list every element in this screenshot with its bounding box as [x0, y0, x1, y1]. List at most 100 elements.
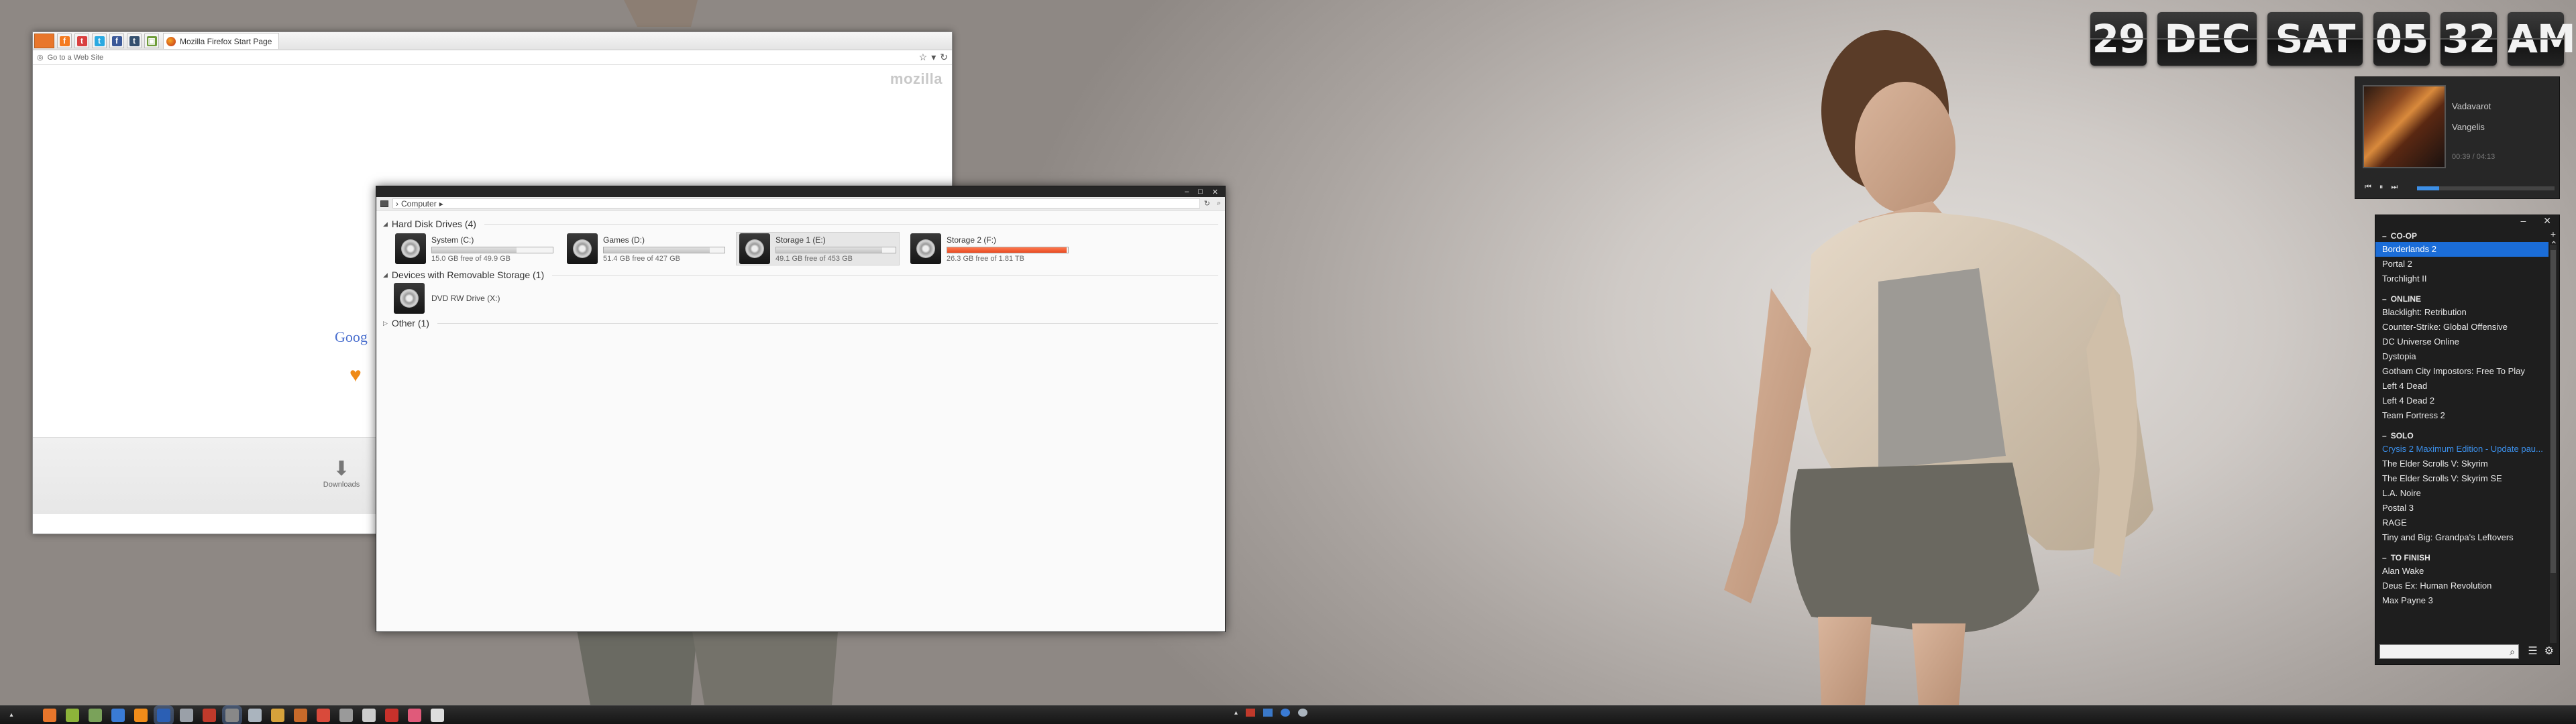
- previous-icon[interactable]: ⏮: [2365, 183, 2371, 192]
- volume-icon[interactable]: [1281, 709, 1291, 717]
- game-list-item[interactable]: Dystopia: [2375, 349, 2548, 364]
- drive-item-c[interactable]: System (C:) 15.0 GB free of 49.9 GB: [392, 232, 556, 265]
- pinned-tab-5[interactable]: ▣: [144, 34, 159, 48]
- collapse-icon[interactable]: –: [2382, 294, 2387, 304]
- downloads-button[interactable]: ⬇ Downloads: [315, 458, 368, 489]
- dropdown-arrow-icon[interactable]: ▾: [931, 52, 936, 63]
- video-icon[interactable]: [385, 708, 398, 722]
- word-icon[interactable]: [157, 708, 170, 722]
- address-field[interactable]: › Computer ▸: [392, 198, 1200, 208]
- cap-icon[interactable]: [431, 708, 444, 722]
- maximize-icon[interactable]: □: [1198, 188, 1203, 196]
- game-list-item[interactable]: Left 4 Dead 2: [2375, 394, 2548, 408]
- minimize-icon[interactable]: –: [1185, 188, 1189, 196]
- game-list-item[interactable]: Alan Wake: [2375, 564, 2548, 579]
- media-icon[interactable]: [66, 708, 79, 722]
- pinned-tab-4[interactable]: t: [127, 34, 142, 48]
- pinned-tab-0[interactable]: f: [57, 34, 72, 48]
- collapse-icon[interactable]: –: [2382, 431, 2387, 440]
- pinned-tab-1[interactable]: t: [74, 34, 89, 48]
- game-list-item[interactable]: Team Fortress 2: [2375, 408, 2548, 423]
- folder-icon[interactable]: [271, 708, 284, 722]
- url-bar[interactable]: Go to a Web Site: [48, 54, 915, 62]
- game-list-item[interactable]: Tiny and Big: Grandpa's Leftovers: [2375, 530, 2548, 545]
- minimize-icon[interactable]: –: [2520, 215, 2526, 227]
- game-list-item[interactable]: Deus Ex: Human Revolution: [2375, 579, 2548, 593]
- game-list-item[interactable]: Portal 2: [2375, 257, 2548, 272]
- drive-item-d[interactable]: Games (D:) 51.4 GB free of 427 GB: [564, 232, 728, 265]
- tray-arrow-icon[interactable]: ▴: [1234, 709, 1238, 717]
- scrollbar-thumb[interactable]: [2551, 250, 2556, 573]
- collapse-triangle-icon[interactable]: ◢: [383, 272, 388, 279]
- steam-icon[interactable]: [248, 708, 262, 722]
- game-list-item[interactable]: The Elder Scrolls V: Skyrim: [2375, 457, 2548, 471]
- game-list-item[interactable]: Torchlight II: [2375, 272, 2548, 286]
- game-list-item[interactable]: L.A. Noire: [2375, 486, 2548, 501]
- collapse-icon[interactable]: –: [2382, 231, 2387, 241]
- drive-item-x[interactable]: DVD RW Drive (X:): [394, 283, 1218, 314]
- group-other[interactable]: ▷ Other (1): [383, 318, 1218, 328]
- game-section-header[interactable]: – CO-OP: [2375, 230, 2548, 242]
- explorer-icon[interactable]: [225, 708, 239, 722]
- game-section-header[interactable]: – ONLINE: [2375, 293, 2548, 305]
- expand-triangle-icon[interactable]: ▷: [383, 320, 388, 327]
- collapse-triangle-icon[interactable]: ◢: [383, 221, 388, 228]
- breadcrumb[interactable]: Computer: [401, 199, 437, 208]
- search-icon[interactable]: ⌕: [1217, 199, 1221, 208]
- game-list-scrollbar[interactable]: [2550, 245, 2557, 643]
- game-list-item[interactable]: Left 4 Dead: [2375, 379, 2548, 394]
- game-list-item[interactable]: Postal 3: [2375, 501, 2548, 516]
- explorer-window[interactable]: – □ ✕ › Computer ▸ ↻ ⌕ ◢ Hard Disk Drive…: [376, 186, 1226, 632]
- vlc-icon[interactable]: [134, 708, 148, 722]
- game-icon[interactable]: [294, 708, 307, 722]
- cursor-icon[interactable]: [408, 708, 421, 722]
- tool-icon[interactable]: [339, 708, 353, 722]
- drive-item-e[interactable]: Storage 1 (E:) 49.1 GB free of 453 GB: [736, 232, 900, 265]
- photo-icon[interactable]: [89, 708, 102, 722]
- pause-icon[interactable]: ⏸: [2379, 183, 2383, 192]
- taskbar: ▴ ▴: [0, 705, 2576, 724]
- refresh-icon[interactable]: ↻: [1204, 199, 1210, 208]
- game-list-item[interactable]: Blacklight: Retribution: [2375, 305, 2548, 320]
- group-hard-disk-drives[interactable]: ◢ Hard Disk Drives (4): [383, 219, 1218, 229]
- game-list-item[interactable]: Borderlands 2: [2375, 242, 2548, 257]
- gear-icon[interactable]: ⚙: [2544, 644, 2554, 658]
- game-section-header[interactable]: – TO FINISH: [2375, 552, 2548, 564]
- firefox-menu-button[interactable]: [34, 34, 54, 48]
- breadcrumb-dropdown-icon[interactable]: ▸: [439, 199, 443, 208]
- flag-icon[interactable]: [1246, 709, 1256, 717]
- game-section-header[interactable]: – SOLO: [2375, 430, 2548, 442]
- chrome-icon[interactable]: [317, 708, 330, 722]
- game-list-item[interactable]: Max Payne 3: [2375, 593, 2548, 608]
- game-list-item[interactable]: Counter-Strike: Global Offensive: [2375, 320, 2548, 335]
- start-button[interactable]: ▴: [0, 711, 23, 719]
- network-icon[interactable]: [1263, 709, 1273, 717]
- close-icon[interactable]: ✕: [2543, 215, 2551, 227]
- steam-tray-icon[interactable]: [1298, 709, 1308, 717]
- game-search-input[interactable]: ⌕: [2379, 644, 2519, 659]
- group-removable-storage[interactable]: ◢ Devices with Removable Storage (1): [383, 269, 1218, 280]
- track-progress-bar[interactable]: [2417, 186, 2555, 190]
- search-icon[interactable]: ⌕: [2510, 646, 2515, 658]
- game-list-item[interactable]: DC Universe Online: [2375, 335, 2548, 349]
- pinned-tab-3[interactable]: f: [109, 34, 124, 48]
- tab-firefox-start[interactable]: Mozilla Firefox Start Page: [163, 33, 280, 49]
- firefox-icon[interactable]: [43, 708, 56, 722]
- add-icon[interactable]: +: [2550, 229, 2557, 239]
- drive-item-f[interactable]: Storage 2 (F:) 26.3 GB free of 1.81 TB: [908, 232, 1071, 265]
- game-list-item[interactable]: The Elder Scrolls V: Skyrim SE: [2375, 471, 2548, 486]
- list-view-icon[interactable]: ☰: [2528, 644, 2537, 658]
- bookmark-star-icon[interactable]: ☆: [919, 52, 928, 63]
- close-icon[interactable]: ✕: [1212, 188, 1218, 196]
- browser-icon[interactable]: [111, 708, 125, 722]
- next-icon[interactable]: ⏭: [2391, 183, 2398, 192]
- game-list-item[interactable]: RAGE: [2375, 516, 2548, 530]
- glasses-icon[interactable]: [362, 708, 376, 722]
- pinned-tab-2[interactable]: t: [92, 34, 107, 48]
- game-list-item[interactable]: Gotham City Impostors: Free To Play: [2375, 364, 2548, 379]
- paint-icon[interactable]: [203, 708, 216, 722]
- reload-icon[interactable]: ↻: [940, 52, 948, 63]
- collapse-icon[interactable]: –: [2382, 553, 2387, 562]
- window-icon[interactable]: [180, 708, 193, 722]
- game-list-item[interactable]: Crysis 2 Maximum Edition - Update pau...: [2375, 442, 2548, 457]
